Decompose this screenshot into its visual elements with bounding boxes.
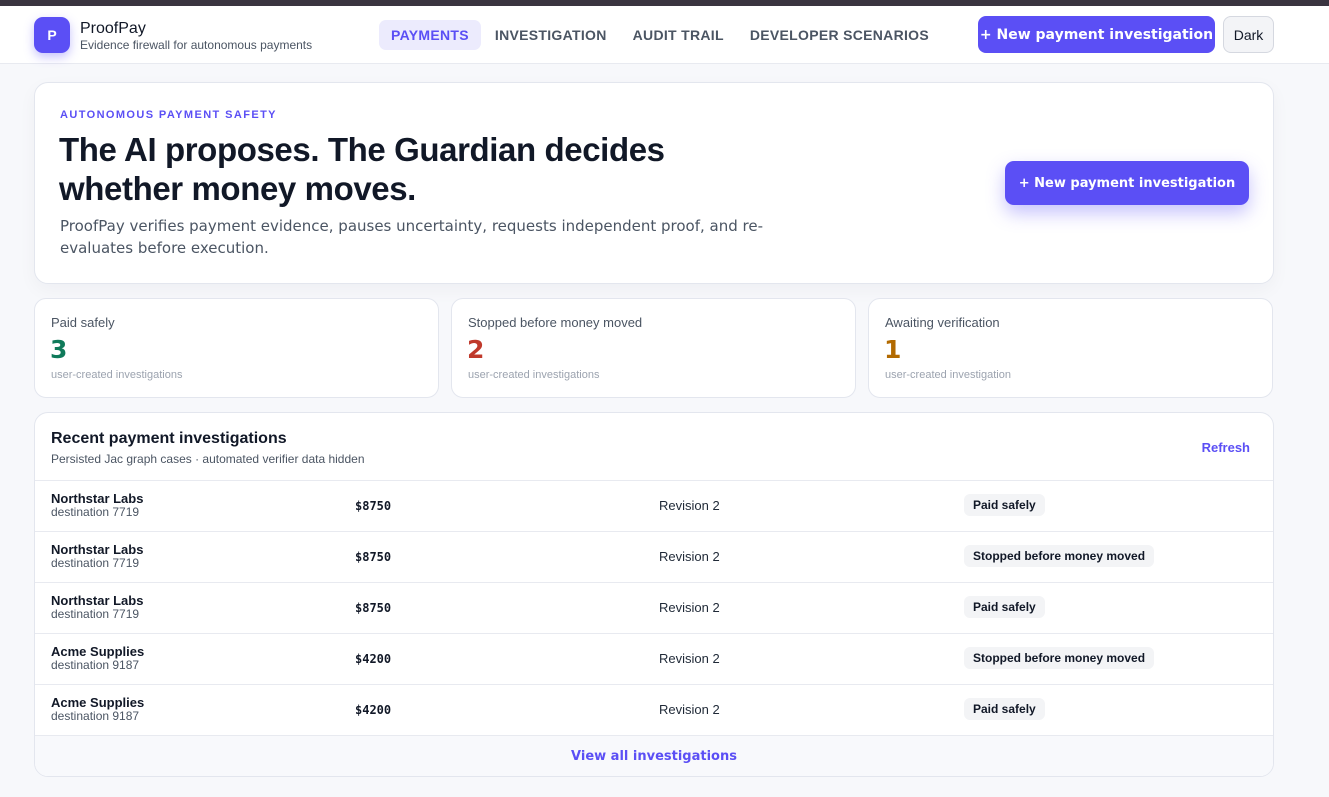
vendor-cell: Northstar Labs destination 7719 (51, 492, 143, 519)
destination: destination 9187 (51, 709, 140, 723)
revision: Revision 2 (659, 600, 720, 615)
stat-card-awaiting: Awaiting verification 1 user-created inv… (868, 298, 1273, 398)
vendor-cell: Acme Supplies destination 9187 (51, 645, 144, 672)
destination: destination 7719 (51, 505, 140, 519)
brand-text: ProofPay Evidence firewall for autonomou… (80, 19, 312, 52)
hero-eyebrow: AUTONOMOUS PAYMENT SAFETY (60, 109, 277, 121)
destination: destination 7719 (51, 607, 140, 621)
nav-audit-trail[interactable]: AUDIT TRAIL (621, 20, 736, 50)
view-all-investigations-link[interactable]: View all investigations (35, 735, 1273, 776)
stat-label: Paid safely (51, 315, 115, 330)
app-header: P ProofPay Evidence firewall for autonom… (0, 6, 1329, 64)
table-row[interactable]: Northstar Labs destination 7719 $8750 Re… (35, 480, 1273, 531)
theme-toggle-button[interactable]: Dark (1223, 16, 1274, 53)
panel-title: Recent payment investigations (51, 430, 287, 447)
stat-subtext: user-created investigations (468, 369, 600, 381)
revision: Revision 2 (659, 651, 720, 666)
stat-value: 2 (467, 335, 485, 364)
vendor-name: Acme Supplies (51, 695, 145, 710)
nav-developer-scenarios[interactable]: DEVELOPER SCENARIOS (738, 20, 941, 50)
vendor-name: Northstar Labs (51, 491, 144, 506)
app-name: ProofPay (80, 19, 146, 37)
main-nav: PAYMENTS INVESTIGATION AUDIT TRAIL DEVEL… (379, 20, 943, 50)
amount: $4200 (355, 652, 392, 666)
panel-subtitle: Persisted Jac graph cases · automated ve… (51, 452, 365, 466)
vendor-cell: Northstar Labs destination 7719 (51, 594, 143, 621)
destination: destination 7719 (51, 556, 140, 570)
stat-subtext: user-created investigations (51, 369, 183, 381)
stat-value: 3 (50, 335, 68, 364)
table-row[interactable]: Northstar Labs destination 7719 $8750 Re… (35, 531, 1273, 582)
stat-subtext: user-created investigation (885, 369, 1011, 381)
hero-card: AUTONOMOUS PAYMENT SAFETY The AI propose… (34, 82, 1274, 284)
amount: $8750 (355, 550, 392, 564)
revision: Revision 2 (659, 702, 720, 717)
amount: $8750 (355, 499, 392, 513)
vendor-name: Northstar Labs (51, 593, 144, 608)
table-row[interactable]: Northstar Labs destination 7719 $8750 Re… (35, 582, 1273, 633)
hero-title: The AI proposes. The Guardian decides wh… (59, 131, 665, 207)
vendor-cell: Northstar Labs destination 7719 (51, 543, 143, 570)
status-badge: Paid safely (964, 494, 1045, 516)
stat-label: Awaiting verification (885, 315, 1000, 330)
revision: Revision 2 (659, 549, 720, 564)
stat-card-stopped: Stopped before money moved 2 user-create… (451, 298, 856, 398)
amount: $8750 (355, 601, 392, 615)
status-badge: Paid safely (964, 596, 1045, 618)
stat-value: 1 (884, 335, 902, 364)
new-investigation-hero-button[interactable]: + New payment investigation (1005, 161, 1249, 205)
new-investigation-header-button[interactable]: + New payment investigation (978, 16, 1215, 53)
app-logo: P (34, 17, 70, 53)
table-row[interactable]: Acme Supplies destination 9187 $4200 Rev… (35, 684, 1273, 735)
vendor-name: Northstar Labs (51, 542, 144, 557)
stat-card-paid: Paid safely 3 user-created investigation… (34, 298, 439, 398)
revision: Revision 2 (659, 498, 720, 513)
hero-description: ProofPay verifies payment evidence, paus… (60, 217, 764, 257)
destination: destination 9187 (51, 658, 140, 672)
nav-payments[interactable]: PAYMENTS (379, 20, 481, 50)
status-badge: Stopped before money moved (964, 545, 1155, 567)
vendor-name: Acme Supplies (51, 644, 145, 659)
stat-label: Stopped before money moved (468, 315, 643, 330)
investigation-list: Northstar Labs destination 7719 $8750 Re… (35, 480, 1273, 735)
amount: $4200 (355, 703, 392, 717)
status-badge: Paid safely (964, 698, 1045, 720)
refresh-button[interactable]: Refresh (1202, 440, 1250, 455)
vendor-cell: Acme Supplies destination 9187 (51, 696, 144, 723)
recent-investigations-panel: Recent payment investigations Persisted … (34, 412, 1274, 777)
table-row[interactable]: Acme Supplies destination 9187 $4200 Rev… (35, 633, 1273, 684)
app-tagline: Evidence firewall for autonomous payment… (80, 37, 313, 52)
nav-investigation[interactable]: INVESTIGATION (483, 20, 619, 50)
status-badge: Stopped before money moved (964, 647, 1155, 669)
brand[interactable]: P ProofPay Evidence firewall for autonom… (34, 17, 312, 53)
